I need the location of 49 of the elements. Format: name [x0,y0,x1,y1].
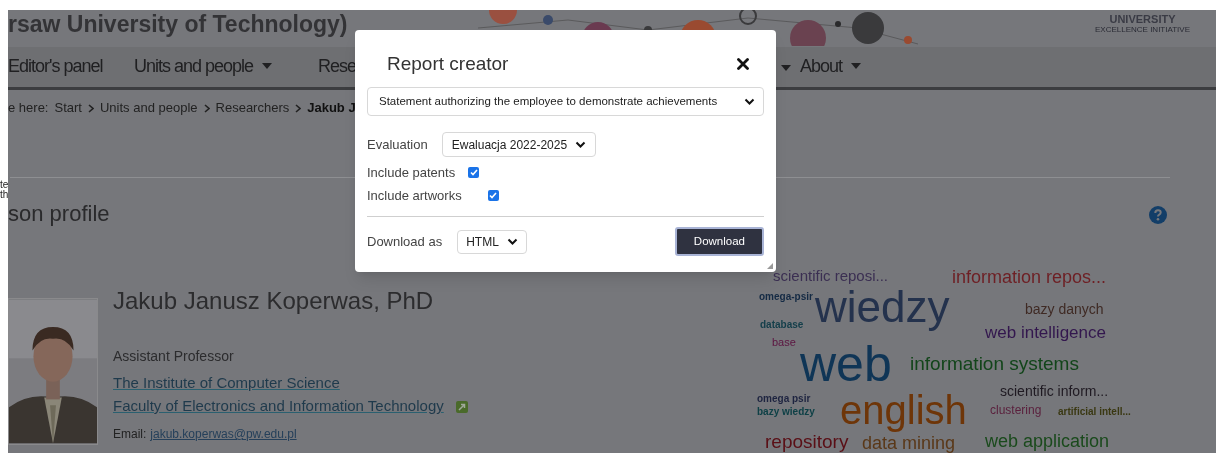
cloud-word[interactable]: artificial intell... [1058,407,1131,417]
breadcrumb-link[interactable]: Units and people [99,98,198,118]
dialog-title: Report creator [387,54,509,73]
breadcrumb-label: e here: [8,99,49,118]
nav-item[interactable]: Units and people [134,57,273,75]
download-format-label: Download as [367,232,443,251]
cloud-word[interactable]: english [840,390,967,430]
cloud-word[interactable]: scientific reposi... [773,268,889,283]
cloud-word[interactable]: wiedzy [815,285,950,329]
text-fragment: th [0,190,9,200]
breadcrumb-link[interactable]: Start [54,98,82,118]
text-fragment: te [0,180,9,190]
breadcrumb-link[interactable]: Researchers [215,98,290,118]
option-label: Include patents [367,163,456,182]
email-label: Email: [113,426,147,443]
cloud-word[interactable]: bazy wiedzy [757,407,815,417]
cloud-word[interactable]: clustering [990,404,1042,416]
nav-item[interactable]: About [800,57,862,75]
cloud-word[interactable]: repository [765,432,849,451]
cloud-word[interactable]: information systems [910,354,1079,373]
page-heading: son profile [8,203,110,225]
cloud-word[interactable]: base [772,337,796,348]
option-label: Include artworks [367,186,462,205]
cloud-word[interactable]: data mining [862,434,956,452]
cloud-word[interactable]: database [760,320,804,330]
profile-link[interactable]: The Institute of Computer Science [113,375,340,392]
cloud-word[interactable]: web intelligence [985,324,1106,341]
cloud-word[interactable]: bazy danych [1025,302,1104,316]
logo-tagline: EXCELLENCE INITIATIVE [1095,26,1190,34]
email-link[interactable]: jakub.koperwas@pw.edu.pl [150,425,297,443]
cloud-word[interactable]: scientific inform... [1000,384,1109,398]
breadcrumb-link[interactable]: Jakub J [307,98,356,118]
report-type-select[interactable]: Statement authorizing the employee to demonstrate achievements [367,87,764,116]
cloud-word[interactable]: omega-psir [759,292,813,302]
cloud-word[interactable]: information repos... [952,268,1107,286]
cloud-word[interactable]: omega psir [757,394,811,404]
download-button[interactable]: Download [674,227,764,256]
evaluation-select[interactable]: Ewaluacja 2022-2025 [441,132,597,157]
logo-text: UNIVERSITY [1109,14,1176,25]
format-select[interactable]: HTML [457,229,527,254]
profile-link[interactable]: Faculty of Electronics and Information Technology [113,398,444,415]
evaluation-label: Evaluation [367,135,428,154]
job-title: Assistant Professor [113,349,234,363]
nav-item[interactable]: Editor's panel [8,57,103,75]
cloud-word[interactable]: web [800,339,892,389]
site-title: rsaw University of Technology) [8,10,348,36]
person-name: Jakub Janusz Koperwas, PhD [113,289,434,313]
cloud-word[interactable]: web application [985,432,1110,450]
nav-item[interactable]: Rese [318,57,357,75]
